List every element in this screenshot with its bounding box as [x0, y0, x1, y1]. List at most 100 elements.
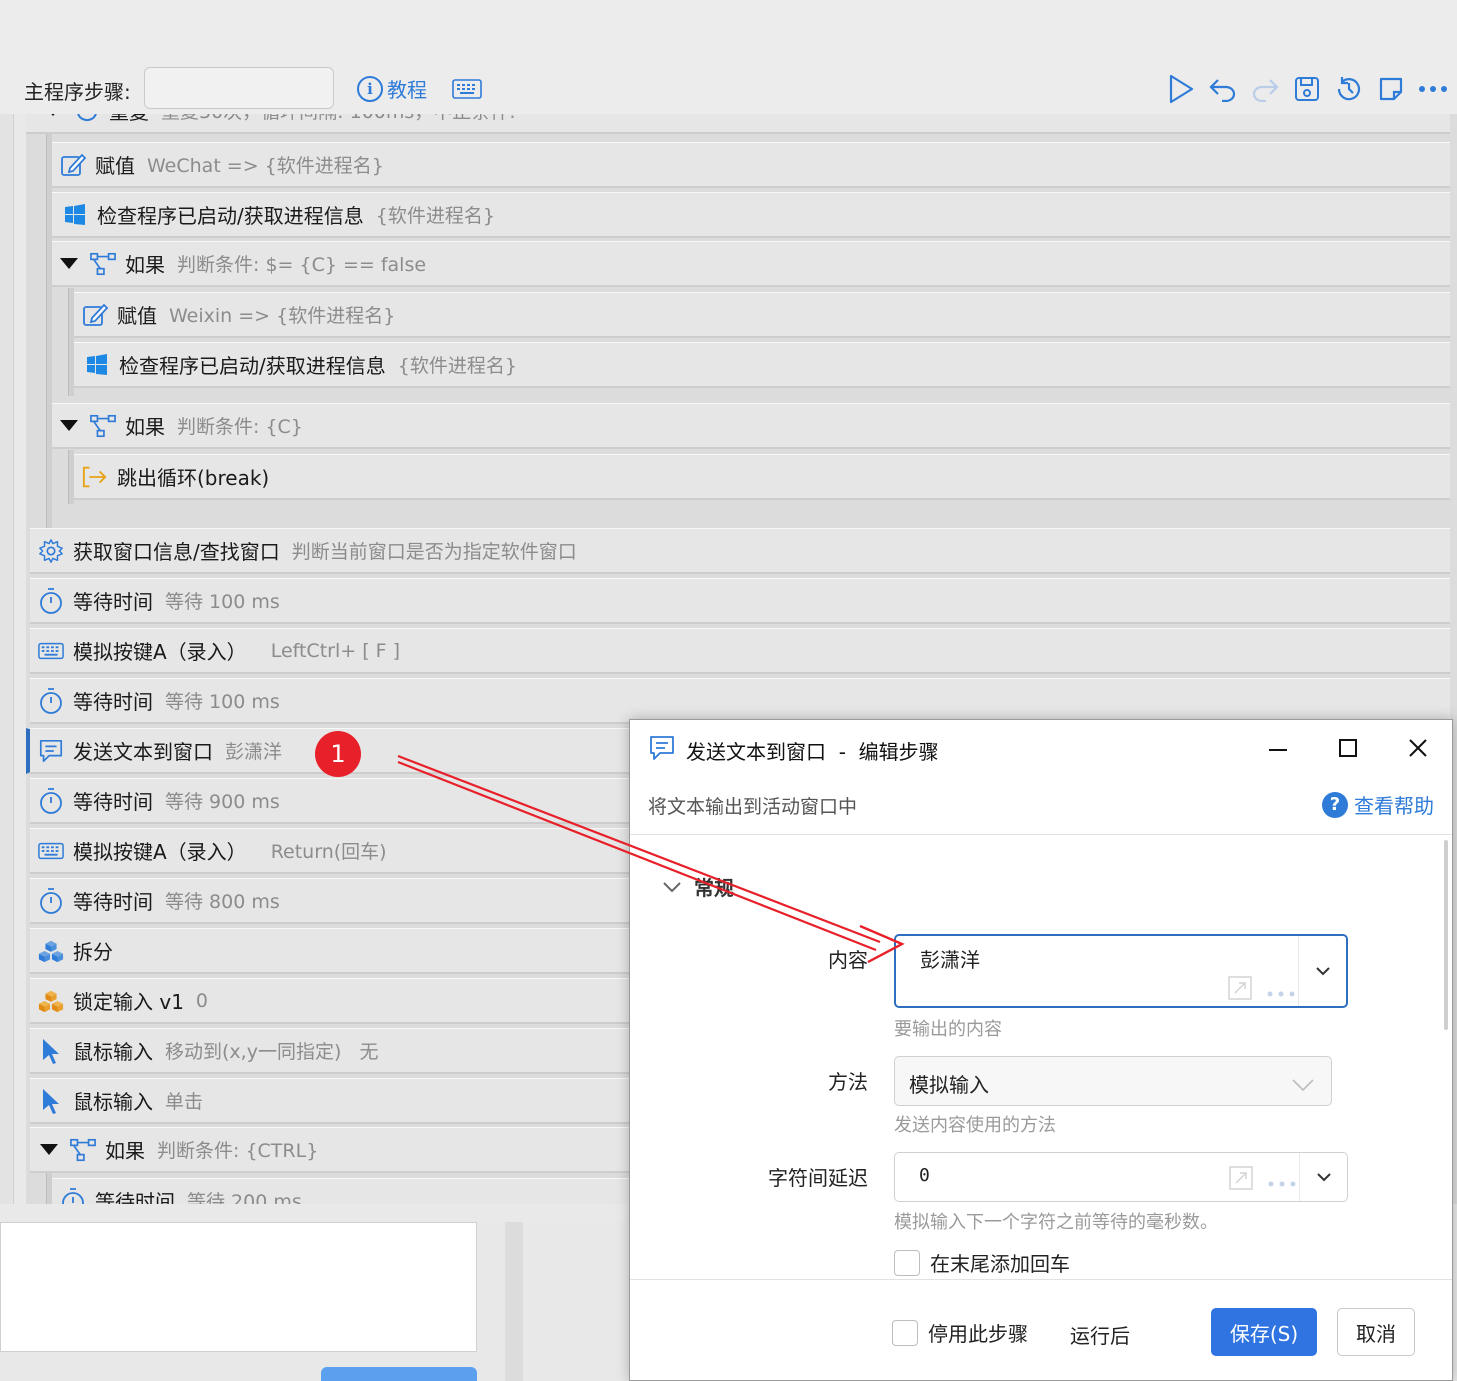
- timer-icon: [38, 587, 64, 614]
- tree-row-label: 等待时间: [73, 690, 153, 714]
- disable-step-label: 停用此步骤: [928, 1322, 1028, 1346]
- note-icon[interactable]: [1376, 72, 1406, 106]
- more-icon[interactable]: [1267, 1169, 1297, 1193]
- run-icon[interactable]: [1166, 72, 1196, 106]
- splitter[interactable]: [505, 1222, 523, 1381]
- redo-icon[interactable]: [1250, 72, 1280, 106]
- cursor-icon: [38, 1088, 64, 1114]
- scrollbar[interactable]: [1444, 840, 1448, 1030]
- save-button[interactable]: 保存(S): [1211, 1308, 1317, 1356]
- tree-row-keypress[interactable]: 模拟按键A（录入） LeftCtrl+ [ F ]: [30, 628, 1450, 674]
- tree-row-label: 检查程序已启动/获取进程信息: [97, 204, 364, 228]
- tree-row-desc: 单击: [165, 1091, 204, 1113]
- tree-row-desc: 等待 900 ms: [165, 791, 280, 813]
- checkbox[interactable]: [892, 1319, 918, 1346]
- delay-input[interactable]: 0: [894, 1152, 1348, 1202]
- delay-hint: 模拟输入下一个字符之前等待的毫秒数。: [894, 1212, 1218, 1233]
- tree-row-assign[interactable]: 赋值 WeChat => {软件进程名}: [52, 142, 1450, 188]
- tree-row-desc: 彭潇洋: [225, 741, 283, 763]
- gear-icon: [38, 538, 64, 564]
- edit-icon: [60, 152, 86, 178]
- tree-row-label: 赋值: [117, 304, 157, 328]
- keyboard-icon[interactable]: [452, 79, 482, 99]
- disable-step-checkbox[interactable]: 停用此步骤: [892, 1318, 1028, 1347]
- more-icon[interactable]: [1418, 72, 1448, 106]
- dialog-title-text: 发送文本到窗口 - 编辑步骤: [686, 740, 939, 764]
- tree-row-if[interactable]: 如果 判断条件: $= {C} == false: [52, 241, 1450, 287]
- minimize-button[interactable]: [1258, 732, 1298, 764]
- undo-icon[interactable]: [1208, 72, 1238, 106]
- collapse-icon[interactable]: [40, 1144, 58, 1155]
- tree-row-label: 如果: [125, 253, 165, 277]
- tree-row-desc: 0: [195, 989, 209, 1012]
- content-input[interactable]: 彭潇洋: [894, 934, 1348, 1008]
- tree-row-label: 拆分: [73, 940, 113, 964]
- after-run-option[interactable]: 运行后: [1070, 1320, 1130, 1349]
- bottom-action-button[interactable]: [321, 1367, 477, 1381]
- edit-step-dialog: 发送文本到窗口 - 编辑步骤 将文本输出到活动窗口中 ? 查看帮助 常规 内容 …: [629, 719, 1453, 1381]
- timer-icon: [38, 887, 64, 914]
- tree-row-desc: 等待 100 ms: [165, 691, 280, 713]
- tree-row-assign[interactable]: 赋值 Weixin => {软件进程名}: [74, 292, 1450, 338]
- info-icon: i: [357, 75, 383, 102]
- method-select[interactable]: 模拟输入: [894, 1056, 1332, 1106]
- collapse-icon[interactable]: [60, 420, 78, 431]
- method-value: 模拟输入: [909, 1073, 989, 1097]
- content-value: 彭潇洋: [920, 948, 980, 972]
- content-hint: 要输出的内容: [894, 1019, 1002, 1040]
- windows-icon: [84, 352, 110, 378]
- expand-icon[interactable]: [1228, 976, 1252, 1005]
- save-icon[interactable]: [1292, 72, 1322, 106]
- tutorial-label: 教程: [387, 78, 427, 102]
- edit-icon: [82, 302, 108, 328]
- tree-row-wait[interactable]: 等待时间 等待 100 ms: [30, 678, 1450, 724]
- history-icon[interactable]: [1334, 72, 1364, 106]
- tree-row-if[interactable]: 如果 判断条件: {C}: [52, 403, 1450, 449]
- section-general[interactable]: 常规: [662, 872, 734, 901]
- tree-row-label: 模拟按键A（录入）: [73, 640, 247, 664]
- tree-row-label: 等待时间: [95, 1190, 175, 1204]
- branch-icon: [90, 251, 116, 277]
- tree-row-window-info[interactable]: 获取窗口信息/查找窗口 判断当前窗口是否为指定软件窗口: [30, 528, 1450, 574]
- checkbox[interactable]: [894, 1249, 920, 1276]
- tree-row-desc: Weixin => {软件进程名}: [169, 305, 396, 327]
- branch-icon: [90, 413, 116, 439]
- tree-row-check-process[interactable]: 检查程序已启动/获取进程信息 {软件进程名}: [52, 192, 1450, 238]
- append-enter-checkbox[interactable]: 在末尾添加回车: [894, 1248, 1070, 1277]
- dialog-subtitle: 将文本输出到活动窗口中: [648, 796, 858, 818]
- tree-row-repeat[interactable]: 重复 重复30次，循环间隔: 100ms，中止条件:: [26, 114, 1450, 134]
- chevron-down-icon[interactable]: [1299, 1153, 1347, 1201]
- message-icon: [648, 734, 676, 767]
- close-button[interactable]: [1398, 732, 1438, 764]
- tree-row-wait[interactable]: 等待时间 等待 100 ms: [30, 578, 1450, 624]
- tree-row-label: 等待时间: [73, 790, 153, 814]
- tree-row-label: 如果: [105, 1139, 145, 1163]
- tree-row-label: 鼠标输入: [73, 1090, 153, 1114]
- annotation-badge: 1: [315, 731, 361, 777]
- maximize-button[interactable]: [1328, 732, 1368, 764]
- section-title: 常规: [694, 876, 734, 900]
- help-link[interactable]: ? 查看帮助: [1322, 790, 1434, 819]
- toolbar: 主程序步骤: i 教程: [0, 0, 1457, 114]
- tutorial-link[interactable]: i 教程: [357, 74, 427, 103]
- toolbar-label: 主程序步骤:: [24, 80, 131, 104]
- expand-icon[interactable]: [1229, 1166, 1253, 1195]
- tree-row-desc: {软件进程名}: [375, 205, 495, 227]
- tree-row-check-process[interactable]: 检查程序已启动/获取进程信息 {软件进程名}: [74, 342, 1450, 388]
- tree-row-desc: 判断条件: {C}: [177, 416, 303, 438]
- content-label: 内容: [828, 948, 868, 972]
- method-hint: 发送内容使用的方法: [894, 1115, 1056, 1136]
- more-icon[interactable]: [1266, 979, 1296, 1003]
- loop-icon: [74, 114, 100, 124]
- tree-row-desc: 判断条件: $= {C} == false: [177, 254, 427, 276]
- tree-row-desc: LeftCtrl+ [ F ]: [270, 639, 401, 662]
- step-search-input[interactable]: [144, 67, 334, 109]
- cancel-button[interactable]: 取消: [1337, 1308, 1415, 1356]
- chevron-down-icon[interactable]: [1298, 936, 1346, 1006]
- help-label: 查看帮助: [1354, 794, 1434, 818]
- tree-row-label: 模拟按键A（录入）: [73, 840, 247, 864]
- tree-row-break[interactable]: 跳出循环(break): [74, 454, 1450, 500]
- chevron-down-icon: [1291, 1073, 1315, 1097]
- collapse-icon[interactable]: [44, 114, 62, 116]
- collapse-icon[interactable]: [60, 258, 78, 269]
